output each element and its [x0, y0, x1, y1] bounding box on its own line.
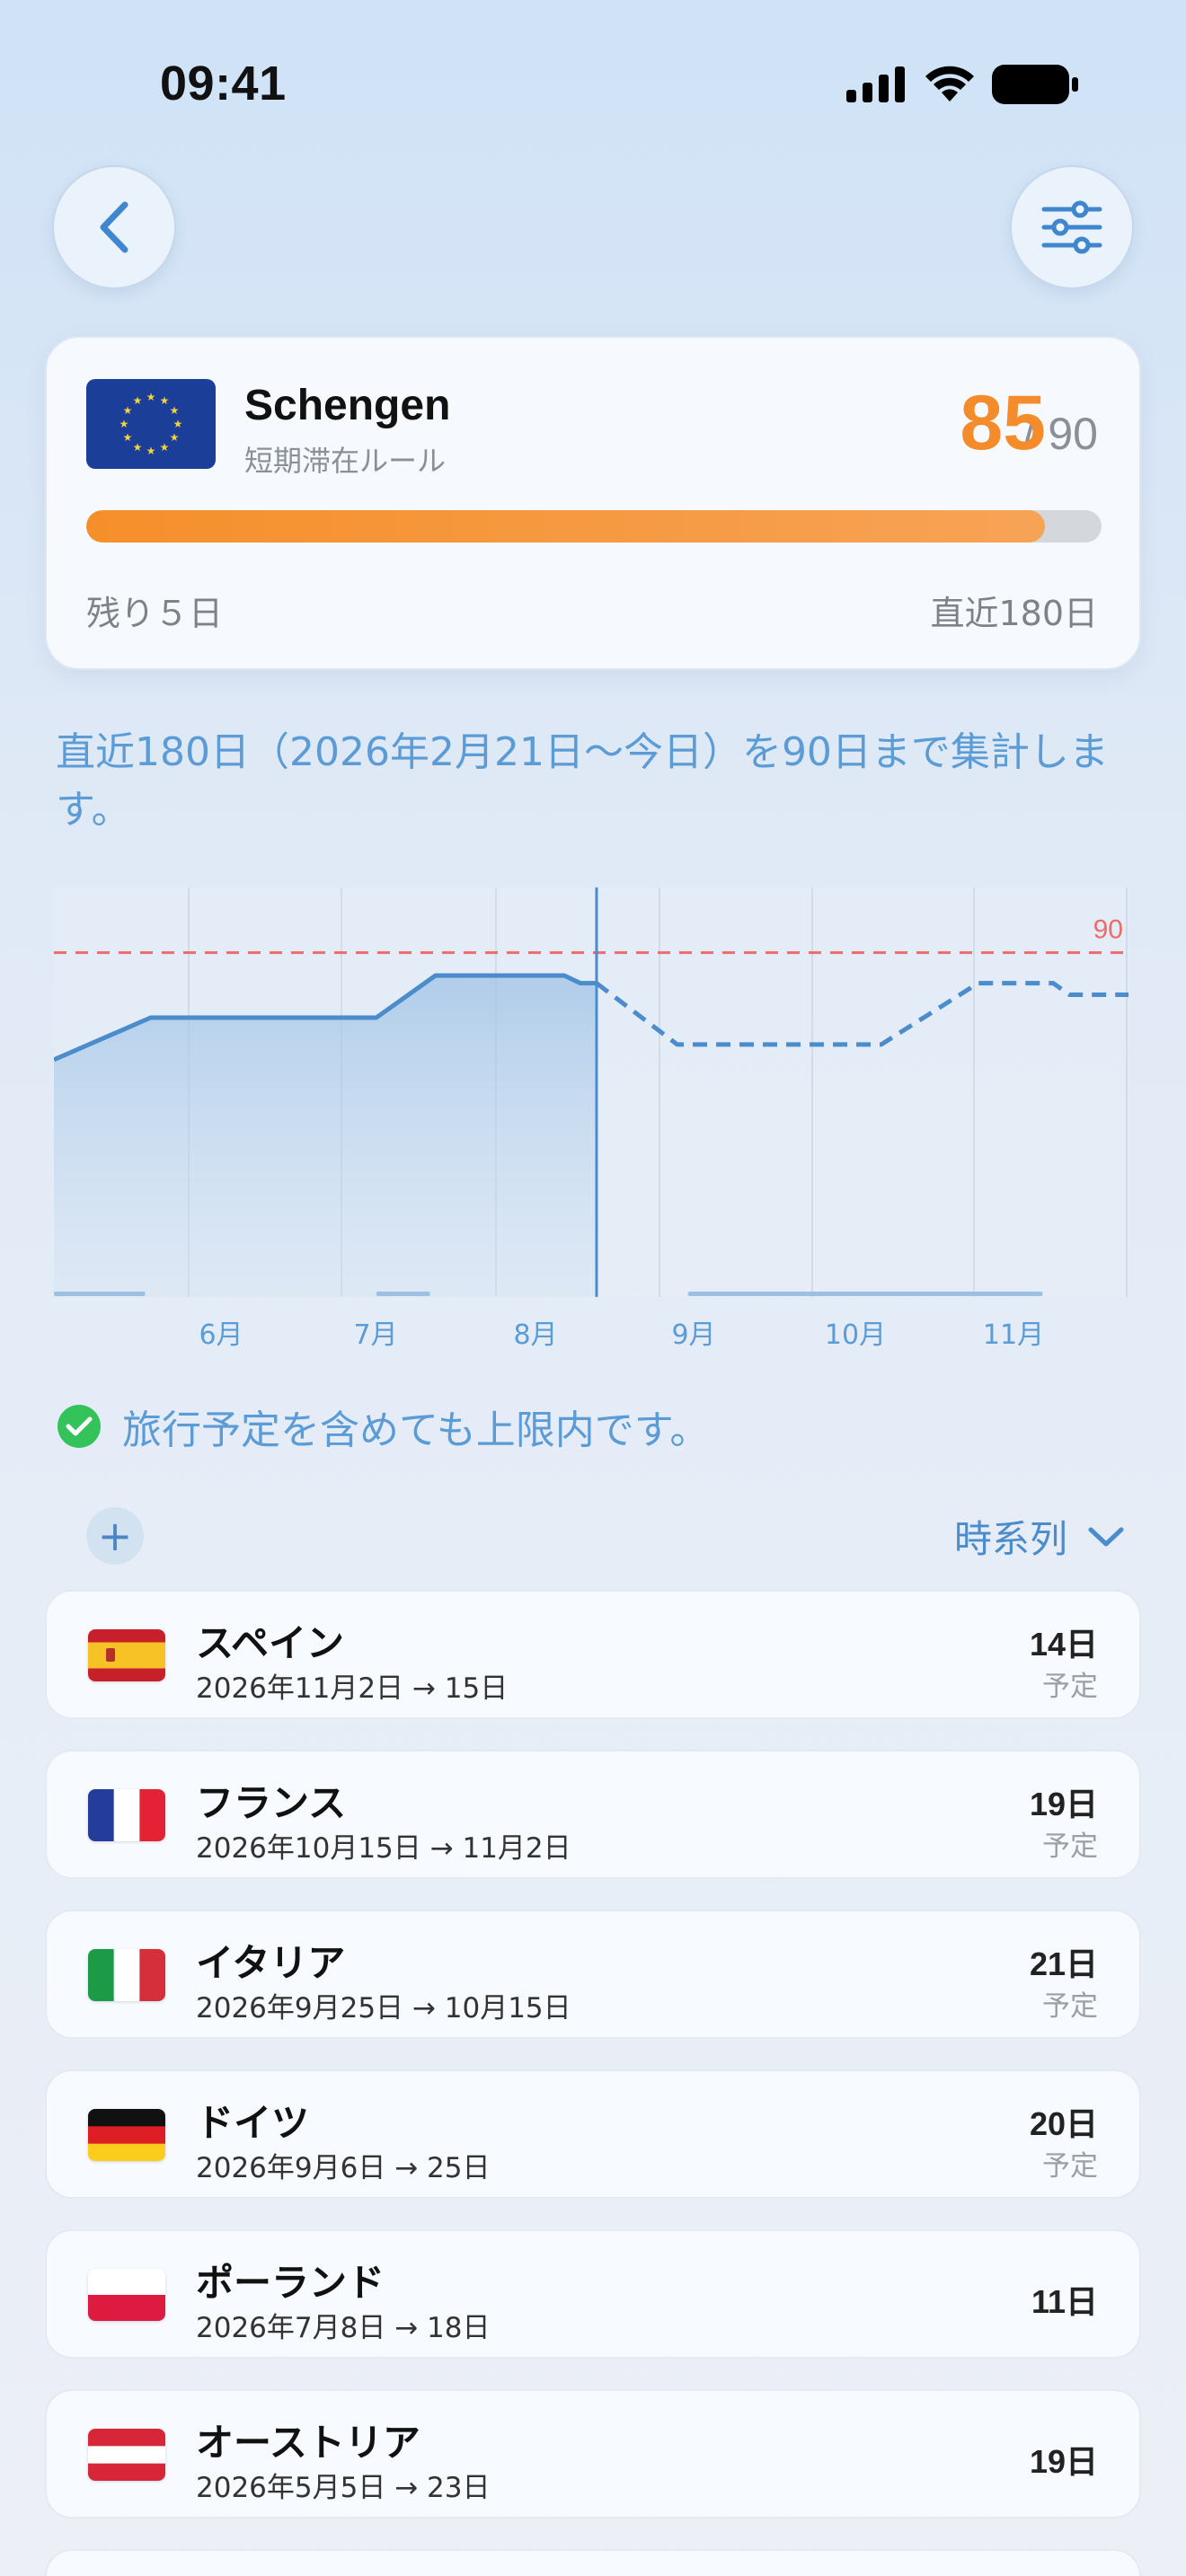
italy-flag-icon: [88, 1949, 165, 2001]
trip-row[interactable]: ドイツ 2026年9月6日 → 25日 20日予定: [45, 2069, 1141, 2199]
trip-country: オーストリア: [196, 2421, 420, 2465]
trip-dates: 2026年11月2日 → 15日: [196, 1672, 509, 1705]
chevron-down-icon: [1088, 1527, 1124, 1546]
trip-row-partial[interactable]: [45, 2549, 1141, 2576]
x-tick-label: 11月: [983, 1319, 1044, 1351]
trip-days: 21日: [1029, 1945, 1098, 1982]
trip-status: 予定: [1042, 2150, 1098, 2183]
trip-row[interactable]: イタリア 2026年9月25日 → 10月15日 21日予定: [45, 1910, 1141, 2039]
svg-text:★: ★: [160, 394, 170, 407]
trip-country: イタリア: [196, 1941, 346, 1985]
back-button[interactable]: [52, 165, 176, 289]
x-tick-label: 9月: [671, 1319, 715, 1351]
trip-country: フランス: [196, 1781, 347, 1825]
eu-flag-icon: ★ ★ ★ ★ ★ ★ ★ ★ ★ ★ ★ ★: [86, 379, 216, 469]
battery-icon: [992, 65, 1078, 104]
limit-label: 90: [1093, 915, 1123, 945]
trip-status: 予定: [1042, 1990, 1098, 2023]
days-used: 85: [960, 380, 1046, 466]
cellular-signal-icon: [846, 66, 905, 102]
svg-text:★: ★: [170, 431, 180, 444]
x-tick-label: 8月: [513, 1319, 557, 1351]
schengen-summary-card[interactable]: ★ ★ ★ ★ ★ ★ ★ ★ ★ ★ ★ ★ Schengen 短期滞在ルール / 90 85 残り…: [45, 336, 1141, 670]
svg-text:★: ★: [170, 404, 180, 417]
svg-text:★: ★: [160, 441, 170, 454]
svg-text:★: ★: [133, 394, 143, 407]
trip-bar: [54, 1292, 146, 1296]
austria-flag-icon: [88, 2429, 165, 2481]
poland-flag-icon: [88, 2269, 165, 2321]
sort-label: 時系列: [953, 1517, 1067, 1561]
trip-days: 20日: [1029, 2105, 1098, 2142]
trip-days: 19日: [1029, 2443, 1098, 2480]
trip-bar: [687, 1292, 1043, 1296]
chevron-left-icon: [100, 201, 128, 253]
zone-subtitle: 短期滞在ルール: [244, 444, 447, 478]
usage-progress-bar: [86, 510, 1102, 543]
limit-check-row: 旅行予定を含めても上限内です。: [58, 1398, 709, 1455]
x-tick-label: 7月: [353, 1319, 397, 1351]
usage-progress-fill: [86, 510, 1045, 543]
trip-dates: 2026年7月8日 → 18日: [196, 2312, 491, 2344]
days-remaining: 残り５日: [86, 594, 224, 633]
trip-bar: [376, 1292, 430, 1296]
zone-title: Schengen: [244, 382, 451, 429]
usage-chart: 90 6月 7月 8月 9月 10月 11月: [54, 887, 1128, 1354]
limit-check-text: 旅行予定を含めても上限内です。: [122, 1407, 710, 1453]
x-tick-label: 10月: [825, 1319, 886, 1351]
sort-dropdown[interactable]: 時系列: [954, 1509, 1125, 1564]
check-circle-icon: [58, 1405, 101, 1448]
trip-days: 11日: [1031, 2283, 1098, 2320]
trip-dates: 2026年5月5日 → 23日: [196, 2472, 491, 2504]
svg-text:★: ★: [123, 404, 133, 417]
sliders-icon: [1041, 200, 1102, 254]
trip-row[interactable]: スペイン 2026年11月2日 → 15日 14日予定: [45, 1590, 1141, 1719]
wifi-icon: [925, 66, 974, 101]
trip-dates: 2026年10月15日 → 11月2日: [196, 1832, 571, 1865]
trip-row[interactable]: フランス 2026年10月15日 → 11月2日 19日予定: [45, 1750, 1141, 1879]
trip-country: スペイン: [196, 1621, 345, 1665]
x-tick-label: 6月: [199, 1319, 243, 1351]
trip-days: 14日: [1029, 1626, 1098, 1663]
usage-chart-svg: 90 6月 7月 8月 9月 10月 11月: [54, 887, 1128, 1351]
rule-description: 直近180日（2026年2月21日〜今日）を90日まで集計します。: [56, 729, 1109, 833]
svg-text:★: ★: [146, 391, 156, 403]
germany-flag-icon: [88, 2109, 165, 2161]
trip-dates: 2026年9月25日 → 10月15日: [196, 1992, 571, 2025]
trip-dates: 2026年9月6日 → 25日: [196, 2152, 491, 2184]
trip-status: 予定: [1042, 1671, 1098, 1703]
svg-text:★: ★: [146, 445, 156, 457]
trip-country: ポーランド: [196, 2261, 385, 2305]
status-time: 09:41: [160, 57, 287, 110]
filter-button[interactable]: [1010, 165, 1134, 289]
add-trip-button[interactable]: +: [86, 1507, 144, 1565]
france-flag-icon: [88, 1789, 165, 1841]
trip-country: ドイツ: [196, 2101, 310, 2145]
svg-text:★: ★: [119, 418, 129, 430]
trip-row[interactable]: オーストリア 2026年5月5日 → 23日 19日: [45, 2389, 1141, 2519]
window-label: 直近180日: [930, 594, 1098, 633]
trip-days: 19日: [1029, 1786, 1098, 1822]
status-icons: [846, 65, 1078, 104]
svg-text:★: ★: [123, 431, 133, 444]
trip-status: 予定: [1042, 1831, 1098, 1863]
trip-row[interactable]: ポーランド 2026年7月8日 → 18日 11日: [45, 2229, 1141, 2359]
svg-text:★: ★: [173, 418, 183, 430]
spain-flag-icon: [88, 1629, 165, 1681]
svg-text:★: ★: [133, 441, 143, 454]
